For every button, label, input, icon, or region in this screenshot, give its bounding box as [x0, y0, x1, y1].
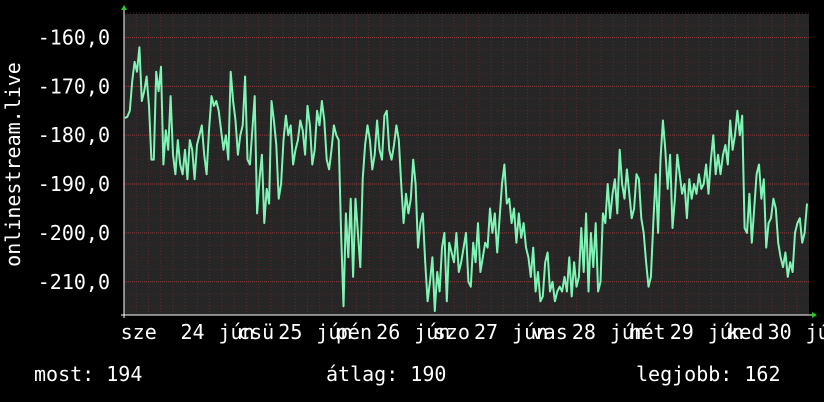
x-tick-label: sze: [121, 320, 157, 344]
current-value-label: most: 194: [34, 362, 143, 386]
best-value-label: legjobb: 162: [636, 362, 781, 386]
y-tick-label: -210,0: [38, 270, 110, 294]
line-chart: -160,0 -170,0 -180,0 -190,0 -200,0 -210,0 onli…: [1, 5, 824, 344]
x-tick-label: szo: [434, 320, 470, 344]
x-tick-label: ked: [727, 320, 763, 344]
x-tick-label: hét: [629, 320, 665, 344]
y-tick-label: -200,0: [38, 221, 110, 245]
x-tick-label: 28: [572, 320, 596, 344]
x-tick-label: vas: [532, 320, 568, 344]
x-tick-label: 27: [474, 320, 498, 344]
x-tick-label: 30: [768, 320, 792, 344]
y-axis-arrow: [121, 5, 127, 10]
average-value-label: átlag: 190: [326, 362, 447, 386]
x-tick-label: csü: [238, 320, 274, 344]
y-axis-label: onlinestream.live: [1, 62, 25, 267]
x-axis-arrow: [812, 312, 817, 318]
x-tick-label: jún: [806, 320, 824, 344]
x-tick-label: 25: [278, 320, 302, 344]
x-tick-label: 26: [376, 320, 400, 344]
y-tick-label: -190,0: [38, 172, 110, 196]
chart-panel: -160,0 -170,0 -180,0 -190,0 -200,0 -210,0 onli…: [0, 0, 824, 402]
x-tick-label: 24: [180, 320, 204, 344]
y-tick-label: -180,0: [38, 123, 110, 147]
x-tick-label: 29: [670, 320, 694, 344]
y-tick-label: -160,0: [38, 25, 110, 49]
x-tick-label: pén: [336, 320, 372, 344]
y-tick-label: -170,0: [38, 74, 110, 98]
